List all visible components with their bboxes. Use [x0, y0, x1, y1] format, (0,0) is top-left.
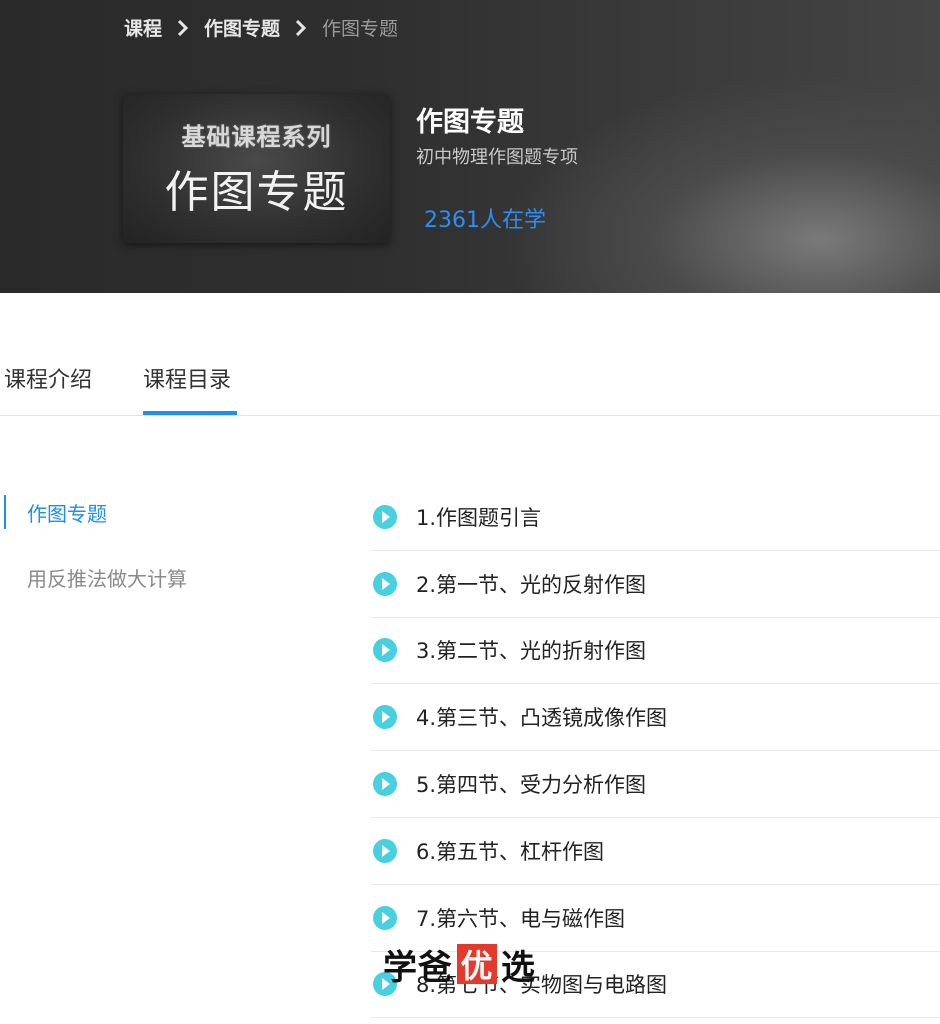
- list-item[interactable]: 5.第四节、受力分析作图: [371, 751, 940, 818]
- lesson-title[interactable]: 5.第四节、受力分析作图: [416, 769, 646, 799]
- breadcrumb: 课程 作图专题 作图专题: [124, 14, 398, 41]
- watermark-text: 选: [501, 947, 536, 988]
- lesson-title[interactable]: 7.第六节、电与磁作图: [416, 903, 625, 933]
- chevron-right-icon: [170, 15, 196, 41]
- chapter-sidebar: 作图专题 用反推法做大计算: [0, 490, 330, 606]
- sidebar-item-drawing[interactable]: 作图专题: [0, 490, 330, 536]
- breadcrumb-courses[interactable]: 课程: [124, 14, 162, 41]
- play-circle-icon[interactable]: [373, 638, 397, 663]
- course-tabs: 课程介绍 课程目录: [0, 340, 940, 416]
- course-title: 作图专题: [416, 107, 524, 138]
- list-item[interactable]: 3.第二节、光的折射作图: [371, 618, 940, 685]
- list-item[interactable]: 1.作图题引言: [371, 484, 940, 551]
- lesson-title[interactable]: 1.作图题引言: [416, 502, 541, 532]
- play-circle-icon[interactable]: [373, 772, 397, 797]
- watermark-highlight: 优: [457, 944, 497, 985]
- play-circle-icon[interactable]: [373, 705, 397, 730]
- course-subtitle: 初中物理作图题专项: [416, 147, 578, 168]
- lesson-list: 1.作图题引言 2.第一节、光的反射作图 3.第二节、光的折射作图 4.第三节、…: [371, 484, 940, 1019]
- list-item[interactable]: 4.第三节、凸透镜成像作图: [371, 684, 940, 752]
- lesson-title[interactable]: 2.第一节、光的反射作图: [416, 569, 646, 599]
- lesson-title[interactable]: 6.第五节、杠杆作图: [416, 836, 604, 866]
- list-item[interactable]: 6.第五节、杠杆作图: [371, 818, 940, 885]
- active-tab-indicator: [143, 411, 237, 415]
- tab-catalog[interactable]: 课程目录: [143, 362, 231, 412]
- lesson-title[interactable]: 4.第三节、凸透镜成像作图: [416, 702, 667, 732]
- cover-title: 作图专题: [164, 167, 349, 218]
- play-circle-icon[interactable]: [373, 571, 397, 596]
- chevron-right-icon: [288, 15, 314, 41]
- play-circle-icon[interactable]: [373, 838, 397, 863]
- course-cover-image: 基础课程系列 作图专题: [123, 94, 390, 243]
- breadcrumb-topic[interactable]: 作图专题: [204, 14, 280, 41]
- watermark-logo: 学爸 优 选: [383, 942, 536, 988]
- learner-count: 2361人在学: [424, 208, 546, 233]
- course-header: 课程 作图专题 作图专题 基础课程系列 作图专题 作图专题 初中物理作图题专项 …: [0, 0, 940, 293]
- sidebar-item-reverse-calc[interactable]: 用反推法做大计算: [0, 548, 330, 606]
- lesson-title[interactable]: 3.第二节、光的折射作图: [416, 635, 646, 665]
- tab-intro[interactable]: 课程介绍: [4, 362, 92, 412]
- play-circle-icon[interactable]: [373, 905, 397, 930]
- list-item[interactable]: 2.第一节、光的反射作图: [371, 551, 940, 618]
- cover-subtitle: 基础课程系列: [181, 123, 332, 151]
- watermark-text: 学爸: [383, 947, 453, 988]
- breadcrumb-current: 作图专题: [322, 18, 399, 40]
- play-circle-icon[interactable]: [373, 504, 397, 529]
